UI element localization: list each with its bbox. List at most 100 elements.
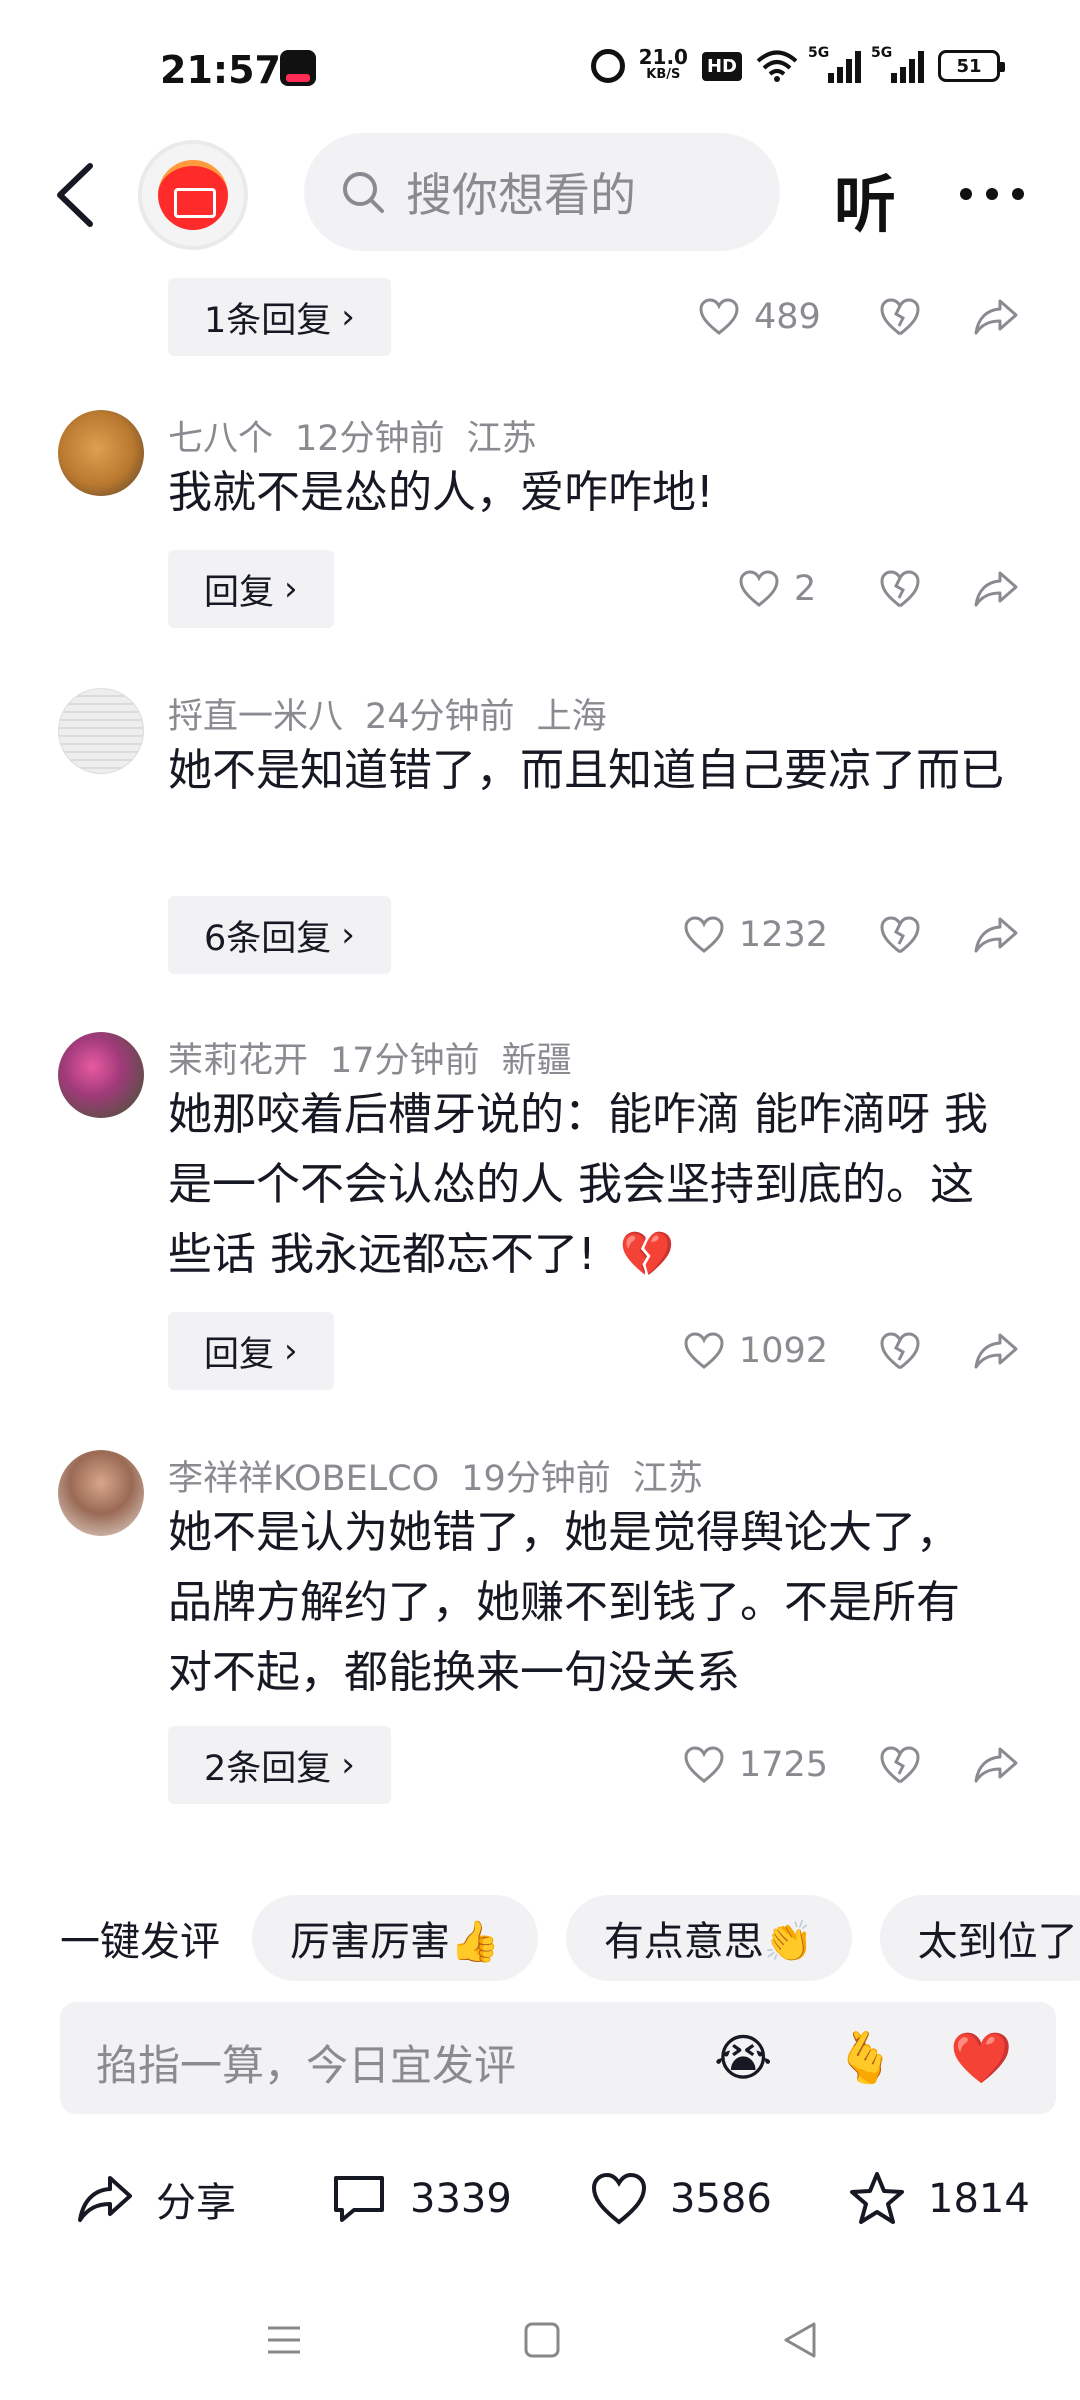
like-button[interactable]: 489 — [698, 297, 828, 337]
comment-input-placeholder: 掐指一算，今日宜发评 — [96, 2041, 517, 2090]
comment-count: 3339 — [410, 2176, 512, 2222]
dislike-icon[interactable] — [878, 296, 922, 338]
comment-location: 江苏 — [632, 1459, 703, 1499]
user-avatar[interactable] — [58, 1450, 144, 1536]
back-arrow-icon[interactable] — [48, 160, 108, 230]
comment-location: 新疆 — [501, 1041, 572, 1081]
view-replies-label: 6条回复 — [204, 918, 332, 959]
user-avatar[interactable] — [58, 1032, 144, 1118]
comment-text: 我就不是怂的人，爱咋咋地! — [168, 467, 714, 518]
heart-outline-icon — [684, 1746, 724, 1783]
star-icon — [850, 2172, 904, 2224]
battery-icon: 51 — [938, 50, 1005, 82]
comment-location: 江苏 — [466, 419, 537, 459]
view-replies-label: 1条回复 — [204, 300, 332, 341]
share-label: 分享 — [156, 2180, 236, 2226]
back-triangle-icon[interactable] — [780, 2320, 820, 2360]
share-arrow-icon[interactable] — [972, 295, 1020, 339]
heart-outline-icon — [684, 916, 724, 953]
quick-comment-chip[interactable]: 有点意思👏 — [565, 1895, 852, 1981]
comment-username[interactable]: 茉莉花开 — [168, 1041, 308, 1081]
view-replies-button[interactable]: 1条回复 › — [168, 278, 391, 356]
like-count: 1725 — [738, 1745, 828, 1785]
comment-username[interactable]: 七八个 — [168, 419, 273, 459]
view-replies-button[interactable]: 2条回复 › — [168, 1726, 391, 1804]
user-avatar[interactable] — [58, 410, 144, 496]
like-count: 1232 — [738, 915, 828, 955]
dislike-icon[interactable] — [878, 1330, 922, 1372]
comment-actions: 2 — [738, 550, 1020, 628]
signal-5g-2-label: 5G — [871, 45, 893, 61]
broken-heart-emoji: 💔 — [619, 1229, 675, 1280]
like-count: 2 — [794, 569, 817, 609]
view-replies-label: 2条回复 — [204, 1748, 332, 1789]
crying-emoji-button[interactable]: 😭 — [714, 2030, 772, 2086]
comment-time: 17分钟前 — [330, 1041, 480, 1081]
quick-comment-label: 一键发评 — [60, 1919, 220, 1965]
comment-time: 24分钟前 — [365, 697, 515, 737]
hd-icon: HD — [701, 51, 742, 81]
more-options-icon[interactable] — [960, 188, 1024, 200]
dislike-icon[interactable] — [878, 914, 922, 956]
menu-icon[interactable] — [264, 2320, 304, 2360]
like-button[interactable]: 1725 — [683, 1745, 828, 1785]
like-total: 3586 — [670, 2176, 772, 2222]
search-placeholder: 搜你想看的 — [406, 168, 636, 222]
comment-text-body: 她那咬着后槽牙说的：能咋滴 能咋滴呀 我是一个不会认怂的人 我会坚持到底的。这些… — [168, 1089, 988, 1280]
share-arrow-icon[interactable] — [972, 1743, 1020, 1787]
heart-outline-icon — [739, 570, 779, 607]
share-icon — [78, 2176, 132, 2222]
user-avatar[interactable] — [58, 688, 144, 774]
quick-comment-chip[interactable]: 太到位了 — [879, 1895, 1080, 1981]
reply-button[interactable]: 回复 › — [168, 550, 334, 628]
bottom-action-bar: 分享 3339 3586 1814 — [0, 2160, 1080, 2260]
share-button[interactable]: 分享 — [76, 2170, 236, 2228]
favorite-count-button[interactable]: 1814 — [848, 2170, 1030, 2228]
search-bar[interactable]: 搜你想看的 — [304, 133, 780, 251]
share-arrow-icon[interactable] — [972, 1329, 1020, 1373]
reply-button[interactable]: 回复 › — [168, 1312, 334, 1390]
like-button[interactable]: 2 — [738, 569, 828, 609]
comment-time: 19分钟前 — [461, 1459, 611, 1499]
red-packet-avatar[interactable] — [138, 140, 248, 250]
comment-actions: 489 — [698, 278, 1020, 356]
search-icon — [343, 172, 384, 213]
dislike-icon[interactable] — [878, 1744, 922, 1786]
view-replies-button[interactable]: 6条回复 › — [168, 896, 391, 974]
heart-outline-icon — [684, 1332, 724, 1369]
wifi-icon — [756, 50, 798, 82]
comment-meta: 李祥祥KOBELCO 19分钟前 江苏 — [168, 1450, 725, 1501]
share-arrow-icon[interactable] — [972, 913, 1020, 957]
douyin-app-icon — [280, 50, 316, 86]
status-time: 21:57 — [160, 48, 281, 92]
red-heart-emoji-button[interactable]: ❤️ — [950, 2030, 1012, 2086]
comment-username[interactable]: 捋直一米八 — [168, 697, 343, 737]
quick-comment-bar: 一键发评 厉害厉害👍 有点意思👏 太到位了 — [0, 1892, 1080, 1984]
finger-heart-emoji-button[interactable]: 🫰 — [834, 2030, 896, 2086]
share-arrow-icon[interactable] — [972, 567, 1020, 611]
signal-5g-1-label: 5G — [808, 45, 830, 61]
quick-comment-chip[interactable]: 厉害厉害👍 — [252, 1895, 538, 1981]
like-count-button[interactable]: 3586 — [590, 2170, 772, 2228]
home-square-icon[interactable] — [522, 2320, 562, 2360]
dislike-icon[interactable] — [878, 568, 922, 610]
comment-count-button[interactable]: 3339 — [330, 2170, 512, 2228]
comment-actions: 1092 — [683, 1312, 1020, 1390]
comment-username[interactable]: 李祥祥KOBELCO — [168, 1459, 439, 1499]
comment-text: 她不是知道错了，而且知道自己要凉了而已 — [168, 745, 1004, 796]
like-count: 1092 — [738, 1331, 828, 1371]
reply-label: 回复 — [204, 572, 275, 613]
alarm-icon — [590, 49, 625, 83]
comment-time: 12分钟前 — [295, 419, 445, 459]
system-navigation-bar — [0, 2290, 1080, 2400]
heart-outline-icon — [699, 298, 739, 335]
signal-5g-1: 5G — [808, 45, 861, 83]
comment-meta: 茉莉花开 17分钟前 新疆 — [168, 1032, 594, 1083]
heart-icon — [591, 2172, 647, 2225]
comment-input[interactable]: 掐指一算，今日宜发评 😭 🫰 ❤️ — [60, 2002, 1056, 2114]
like-button[interactable]: 1092 — [683, 1331, 828, 1371]
like-button[interactable]: 1232 — [683, 915, 828, 955]
comment-location: 上海 — [536, 697, 607, 737]
listen-button[interactable]: 听 — [834, 154, 896, 244]
comment-text: 她那咬着后槽牙说的：能咋滴 能咋滴呀 我是一个不会认怂的人 我会坚持到底的。这些… — [168, 1080, 1008, 1290]
